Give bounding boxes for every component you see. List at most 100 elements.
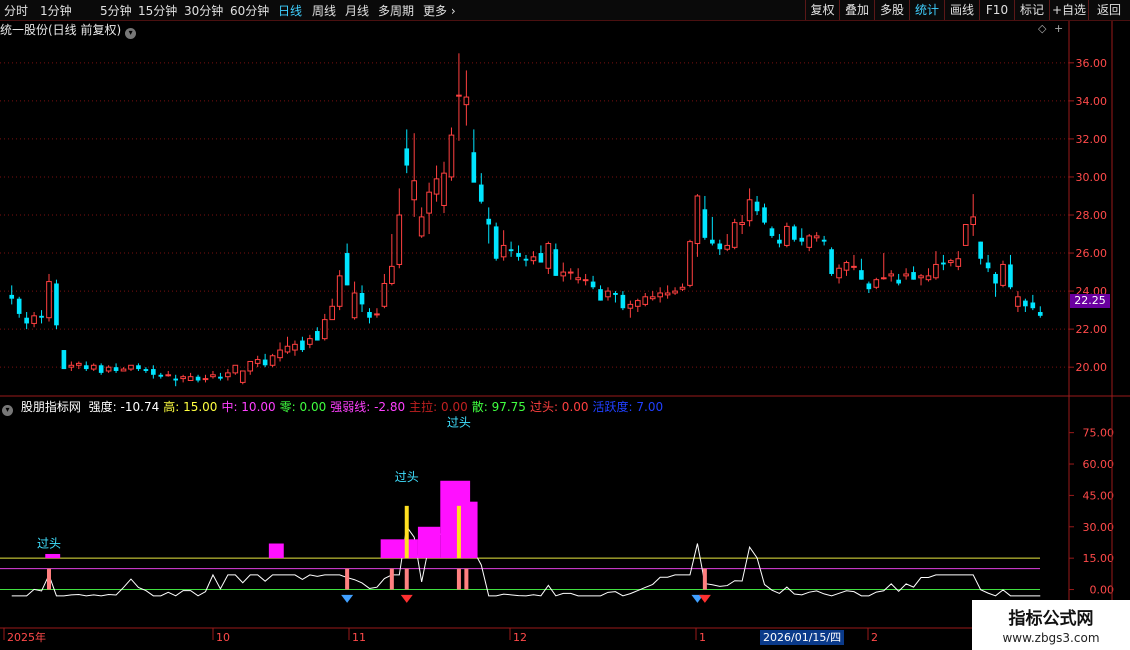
tab-1min[interactable]: 1分钟: [40, 2, 72, 19]
candle-body: [896, 279, 901, 284]
candle-body: [16, 298, 22, 314]
diamond-icon: [400, 594, 413, 603]
candle-body: [359, 292, 365, 305]
candle-body: [151, 369, 156, 375]
diamond-icon[interactable]: ◇: [1038, 22, 1046, 35]
candle-body: [613, 292, 618, 295]
candle-body: [128, 364, 134, 370]
time-tick-label: 2025年: [7, 630, 46, 644]
btn-add-watchlist[interactable]: +自选: [1049, 0, 1088, 20]
btn-duogu[interactable]: 多股: [874, 0, 909, 20]
candle-body: [754, 201, 760, 212]
candle-body: [120, 368, 127, 372]
btn-biaoji[interactable]: 标记: [1014, 0, 1049, 20]
indicator-value-6: 散: 97.75: [471, 400, 526, 414]
price-tick-label: 34.00: [1076, 95, 1108, 108]
time-tick-label: 10: [216, 631, 230, 644]
candle-body: [367, 312, 372, 318]
tab-weekly[interactable]: 周线: [312, 2, 336, 19]
candle-body: [24, 317, 29, 324]
candle-body: [843, 262, 850, 271]
candle-body: [859, 270, 864, 280]
candle-body: [254, 359, 261, 364]
candle-body: [456, 94, 462, 97]
indicator-tick-label: 45.00: [1083, 489, 1115, 502]
candle-body: [769, 228, 775, 236]
indicator-value-7: 过头: 0.00: [529, 400, 589, 414]
last-price-tag: 22.25: [1070, 294, 1110, 308]
candle-body: [83, 365, 89, 370]
btn-f10[interactable]: F10: [979, 0, 1014, 20]
candle-body: [941, 262, 946, 265]
candle-body: [985, 262, 991, 269]
candle-body: [68, 364, 75, 368]
candle-body: [381, 282, 388, 307]
plus-icon[interactable]: +: [1054, 22, 1063, 35]
candle-body: [649, 296, 656, 300]
tab-multi-period[interactable]: 多周期: [378, 2, 414, 19]
candle-body: [1030, 302, 1036, 309]
candle-body: [694, 195, 701, 245]
tab-more[interactable]: 更多 ›: [423, 2, 456, 19]
candle-body: [98, 365, 104, 373]
btn-back[interactable]: 返回: [1088, 0, 1129, 20]
candle-body: [598, 289, 603, 301]
candle-body: [463, 96, 470, 106]
btn-tongji[interactable]: 统计: [909, 0, 944, 20]
indicator-tick-label: 60.00: [1083, 458, 1115, 471]
candle-body: [1023, 300, 1028, 307]
candle-body: [821, 239, 827, 242]
candle-body: [1000, 263, 1006, 286]
tab-monthly[interactable]: 月线: [345, 2, 369, 19]
chart-canvas: 36.0034.0032.0030.0028.0026.0024.0022.00…: [0, 20, 1130, 650]
candle-body: [90, 364, 97, 370]
candle-body: [702, 209, 708, 238]
candle-body: [508, 249, 514, 252]
price-grid: 36.0034.0032.0030.0028.0026.0024.0022.00…: [0, 57, 1107, 374]
candle-body: [239, 370, 246, 383]
candle-body: [195, 376, 201, 381]
surge-bar: [45, 553, 61, 559]
btn-fuquan[interactable]: 复权: [805, 0, 839, 20]
tab-5min[interactable]: 5分钟: [100, 2, 132, 19]
indicator-tick-label: 0.00: [1090, 584, 1115, 597]
candle-body: [486, 218, 492, 225]
tab-daily[interactable]: 日线: [278, 2, 302, 19]
candle-body: [925, 275, 932, 281]
chevron-down-icon[interactable]: ▾: [2, 405, 13, 416]
indicator-value-3: 零: 0.00: [279, 400, 327, 414]
surge-bar: [268, 543, 284, 559]
annotation-label: 过头: [447, 415, 471, 429]
tab-30min[interactable]: 30分钟: [184, 2, 223, 19]
candle-body: [970, 216, 977, 226]
tab-15min[interactable]: 15分钟: [138, 2, 177, 19]
cursor-date: 2026/01/15/四: [760, 630, 845, 645]
strength-line: [11, 487, 1041, 597]
candle-body: [1037, 312, 1043, 316]
candle-body: [471, 152, 477, 183]
candle-body: [336, 275, 343, 307]
stock-title: 统一股份(日线 前复权): [0, 23, 122, 37]
btn-diejia[interactable]: 叠加: [839, 0, 874, 20]
candle-body: [545, 243, 552, 269]
signal-bar: [404, 568, 409, 590]
signal-bar: [389, 568, 394, 590]
indicator-tick-label: 75.00: [1083, 427, 1115, 440]
candle-body: [799, 237, 805, 242]
indicator-tick-label: 15.00: [1083, 552, 1115, 565]
surge-bar: [380, 539, 418, 559]
candle-body: [911, 272, 916, 280]
btn-huaxian[interactable]: 画线: [944, 0, 979, 20]
indicator-layer: 过头过头过头: [11, 415, 1041, 603]
diamond-icon: [341, 594, 354, 603]
indicator-value-2: 中: 10.00: [221, 400, 276, 414]
time-tick-label: 1: [699, 631, 706, 644]
candle-body: [784, 225, 790, 246]
candle-body: [143, 369, 149, 371]
candle-body: [284, 345, 291, 353]
tab-fenshi[interactable]: 分时: [4, 2, 28, 19]
candle-body: [777, 239, 782, 244]
tab-60min[interactable]: 60分钟: [230, 2, 269, 19]
candle-body: [903, 273, 909, 277]
candle-body: [762, 207, 767, 223]
